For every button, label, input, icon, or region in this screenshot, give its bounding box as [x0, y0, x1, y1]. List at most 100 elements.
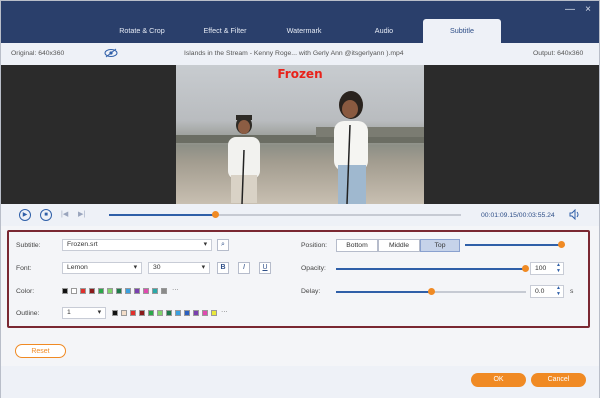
position-bottom-button[interactable]: Bottom	[336, 239, 378, 252]
bold-button[interactable]: B	[217, 262, 229, 274]
delay-slider-fill	[336, 291, 431, 293]
outline-color-swatch[interactable]	[166, 310, 172, 316]
delay-slider-handle[interactable]	[428, 288, 435, 295]
color-swatch[interactable]	[71, 288, 77, 294]
tab-bar: Rotate & Crop Effect & Filter Watermark …	[97, 19, 501, 43]
more-outline-colors-icon[interactable]: ···	[221, 308, 228, 315]
color-swatch[interactable]	[107, 288, 113, 294]
chevron-down-icon: ▾	[97, 309, 101, 316]
italic-button[interactable]: I	[238, 262, 250, 274]
chevron-down-icon: ▾	[133, 264, 137, 271]
font-label: Font:	[16, 265, 32, 272]
subtitle-file-select[interactable]: Frozen.srt ▾	[62, 239, 212, 251]
outline-color-swatch[interactable]	[130, 310, 136, 316]
opacity-slider[interactable]	[336, 265, 529, 272]
color-swatch[interactable]	[143, 288, 149, 294]
tab-audio[interactable]: Audio	[345, 19, 423, 43]
cancel-button[interactable]: Cancel	[531, 373, 586, 387]
tab-subtitle[interactable]: Subtitle	[423, 19, 501, 43]
outline-color-swatch[interactable]	[148, 310, 154, 316]
timeline-handle[interactable]	[211, 211, 219, 218]
video-image	[176, 91, 424, 204]
video-frame: Frozen	[176, 65, 424, 204]
color-swatch[interactable]	[62, 288, 68, 294]
outline-color-swatch[interactable]	[211, 310, 217, 316]
spin-arrows-icon[interactable]: ▲ ▼	[556, 285, 561, 297]
outline-width-value: 1	[67, 309, 71, 316]
position-label: Position:	[301, 242, 328, 249]
position-slider[interactable]	[465, 241, 565, 248]
position-slider-handle[interactable]	[558, 241, 565, 248]
stop-icon[interactable]: ■	[40, 209, 52, 221]
color-label: Color:	[16, 288, 35, 295]
editor-window: Rotate & Crop Effect & Filter Watermark …	[0, 0, 600, 398]
subtitle-file-value: Frozen.srt	[67, 241, 98, 248]
original-resolution: Original: 640x360	[11, 50, 65, 57]
video-info-bar: Original: 640x360 Islands in the Stream …	[1, 43, 599, 65]
reset-button[interactable]: Reset	[15, 344, 66, 358]
font-size-select[interactable]: 30 ▾	[148, 262, 210, 274]
color-swatch[interactable]	[161, 288, 167, 294]
color-swatch[interactable]	[89, 288, 95, 294]
video-preview: Frozen	[1, 65, 599, 204]
timeline-progress	[109, 214, 215, 216]
color-swatch[interactable]	[152, 288, 158, 294]
search-icon[interactable]: ⌕	[217, 239, 229, 251]
font-family-select[interactable]: Lemon ▾	[62, 262, 142, 274]
delay-value: 0.0	[535, 288, 545, 295]
delay-slider[interactable]	[336, 288, 526, 295]
font-family-value: Lemon	[67, 264, 88, 271]
outline-label: Outline:	[16, 310, 40, 317]
outline-color-swatch[interactable]	[184, 310, 190, 316]
position-middle-button[interactable]: Middle	[378, 239, 420, 252]
subtitle-settings-panel: Subtitle: Frozen.srt ▾ ⌕ Font: Lemon ▾ 3…	[7, 230, 590, 328]
opacity-value: 100	[535, 265, 547, 272]
outline-color-swatch[interactable]	[121, 310, 127, 316]
outline-swatch-row	[112, 310, 232, 318]
opacity-label: Opacity:	[301, 265, 326, 272]
outline-color-swatch[interactable]	[157, 310, 163, 316]
subtitle-label: Subtitle:	[16, 242, 41, 249]
ok-button[interactable]: OK	[471, 373, 526, 387]
close-icon[interactable]: ×	[583, 5, 593, 15]
delay-input[interactable]: 0.0 ▲ ▼	[530, 285, 564, 298]
outline-color-swatch[interactable]	[175, 310, 181, 316]
outline-color-swatch[interactable]	[112, 310, 118, 316]
tab-rotate-crop[interactable]: Rotate & Crop	[97, 19, 187, 43]
subtitle-preview-text: Frozen	[277, 67, 323, 81]
more-colors-icon[interactable]: ···	[172, 286, 179, 293]
outline-width-select[interactable]: 1 ▾	[62, 307, 106, 319]
delay-label: Delay:	[301, 288, 321, 295]
position-slider-fill	[465, 244, 561, 246]
eye-icon[interactable]	[104, 48, 118, 60]
output-resolution: Output: 640x360	[533, 50, 584, 57]
color-swatch[interactable]	[125, 288, 131, 294]
play-icon[interactable]: ▶	[19, 209, 31, 221]
position-top-button[interactable]: Top	[420, 239, 460, 252]
font-size-value: 30	[153, 264, 161, 271]
underline-button[interactable]: U	[259, 262, 271, 274]
color-swatch[interactable]	[116, 288, 122, 294]
file-name: Islands in the Stream - Kenny Roge... wi…	[184, 50, 404, 57]
playback-time: 00:01:09.15/00:03:55.24	[481, 212, 555, 219]
opacity-slider-handle[interactable]	[522, 265, 529, 272]
next-frame-icon[interactable]: ▶|	[78, 210, 85, 218]
color-swatch[interactable]	[134, 288, 140, 294]
opacity-input[interactable]: 100 ▲ ▼	[530, 262, 564, 275]
spin-arrows-icon[interactable]: ▲ ▼	[556, 262, 561, 274]
outline-color-swatch[interactable]	[139, 310, 145, 316]
outline-color-swatch[interactable]	[202, 310, 208, 316]
timeline-track[interactable]	[109, 211, 461, 218]
volume-icon[interactable]	[569, 208, 581, 222]
outline-color-swatch[interactable]	[193, 310, 199, 316]
playback-controls: ▶ ■ |◀ ▶| 00:01:09.15/00:03:55.24	[1, 204, 599, 226]
color-swatch-row	[62, 288, 202, 296]
color-swatch[interactable]	[80, 288, 86, 294]
tab-effect-filter[interactable]: Effect & Filter	[187, 19, 263, 43]
minimize-icon[interactable]: —	[565, 5, 575, 15]
chevron-down-icon: ▾	[201, 264, 205, 271]
tab-watermark[interactable]: Watermark	[263, 19, 345, 43]
previous-frame-icon[interactable]: |◀	[61, 210, 68, 218]
delay-unit: s	[570, 288, 574, 295]
color-swatch[interactable]	[98, 288, 104, 294]
